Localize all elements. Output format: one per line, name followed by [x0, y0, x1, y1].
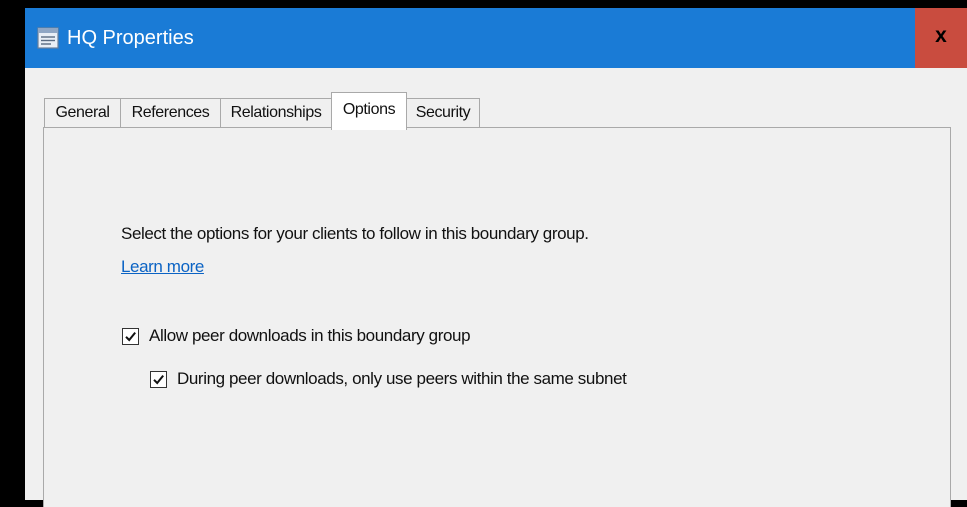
close-button[interactable]: x: [915, 8, 967, 68]
title-bar[interactable]: HQ Properties x: [25, 8, 967, 68]
same-subnet-option[interactable]: During peer downloads, only use peers wi…: [150, 369, 627, 389]
checkmark-icon: [125, 331, 136, 341]
same-subnet-checkbox[interactable]: [150, 370, 167, 388]
allow-peer-downloads-option[interactable]: Allow peer downloads in this boundary gr…: [122, 326, 471, 346]
properties-page-icon: [37, 27, 59, 49]
window-title: HQ Properties: [67, 27, 194, 49]
learn-more-link[interactable]: Learn more: [121, 257, 204, 277]
properties-dialog: HQ Properties x General References Relat…: [25, 8, 967, 507]
options-description: Select the options for your clients to f…: [121, 224, 589, 243]
tab-general[interactable]: General: [44, 98, 121, 128]
checkmark-icon: [153, 374, 164, 384]
allow-peer-downloads-label: Allow peer downloads in this boundary gr…: [149, 326, 471, 345]
same-subnet-label: During peer downloads, only use peers wi…: [177, 369, 627, 388]
tab-options[interactable]: Options: [331, 92, 407, 130]
allow-peer-downloads-checkbox[interactable]: [122, 327, 139, 345]
tab-references[interactable]: References: [120, 98, 221, 128]
tab-security[interactable]: Security: [406, 98, 480, 128]
tab-relationships[interactable]: Relationships: [220, 98, 332, 128]
options-panel: Select the options for your clients to f…: [43, 127, 951, 507]
